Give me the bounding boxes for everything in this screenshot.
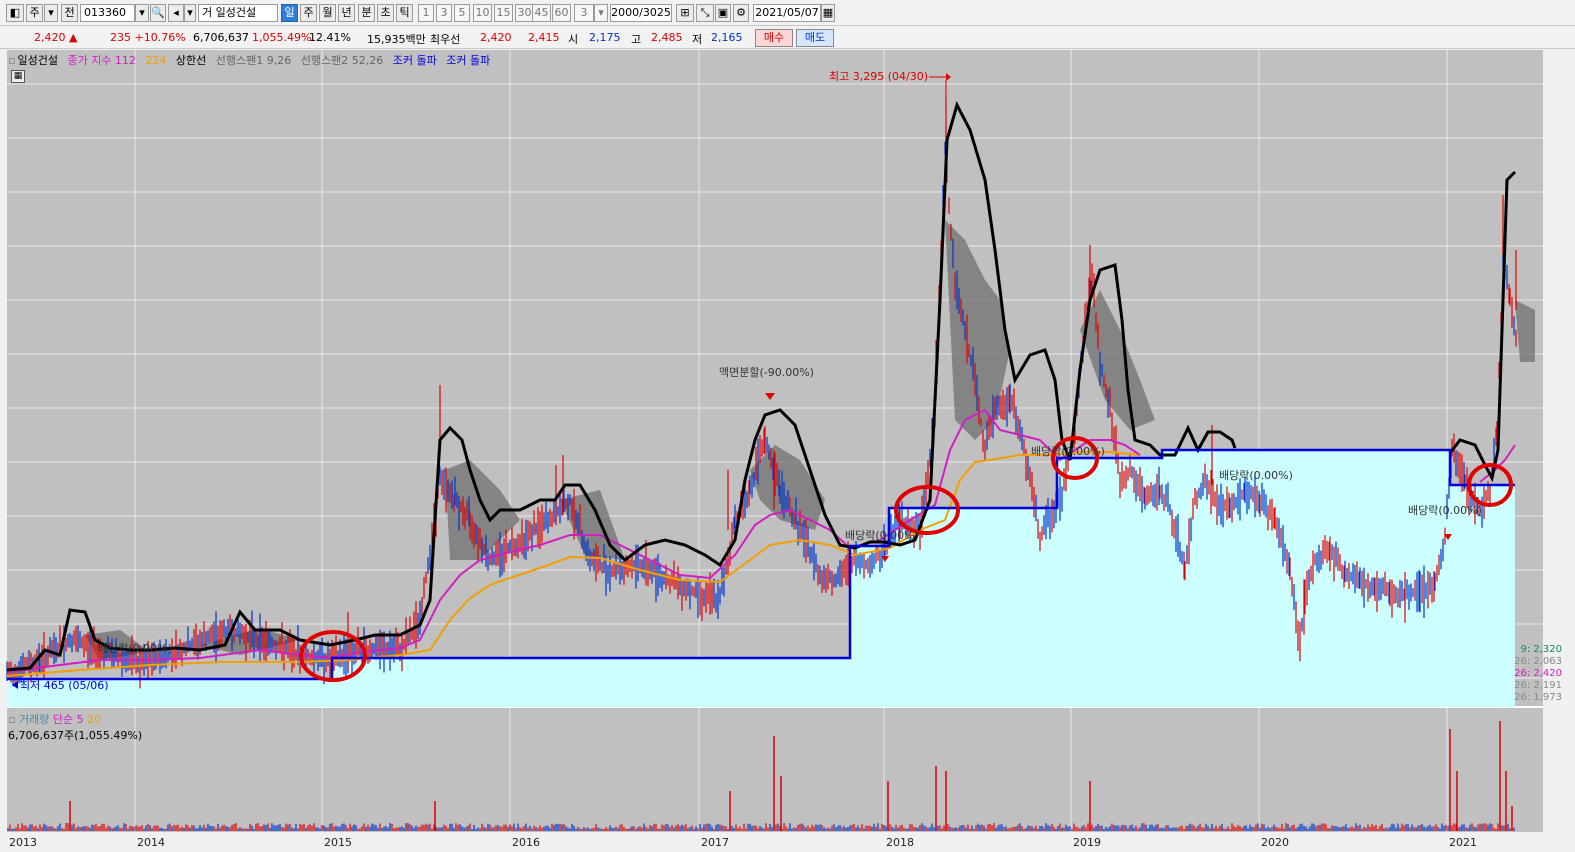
legend-breakout1[interactable]: 조커 돌파 (393, 54, 437, 67)
low-label: 저 (692, 33, 703, 46)
period-second[interactable]: 초 (377, 4, 394, 22)
x-axis-label: 2014 (137, 836, 165, 849)
legend-marker-icon: ▫ (8, 54, 16, 67)
x-axis-label: 2013 (9, 836, 37, 849)
volume-ma20[interactable]: 20 (87, 713, 101, 726)
stock-name: 일성건설 (215, 6, 257, 19)
dividend-annotation-4: 배당락(0.00%) (1219, 469, 1293, 482)
stock-name-field[interactable]: 거 일성건설 (198, 4, 278, 22)
buy-button[interactable]: 매수 (755, 29, 793, 47)
interval-1[interactable]: 1 (418, 4, 434, 22)
chart-type-icon[interactable]: ⊞ (676, 4, 694, 22)
x-axis-label: 2015 (324, 836, 352, 849)
sound-dropdown-icon[interactable]: ▾ (184, 4, 196, 22)
bars-field[interactable]: 2000/3025 (610, 4, 672, 22)
period-month[interactable]: 월 (319, 4, 336, 22)
low-annotation: 최저 465 (05/06) (20, 679, 109, 692)
draw-tool-icon[interactable]: ⤡ (696, 4, 714, 22)
interval-5[interactable]: 5 (454, 4, 470, 22)
ask-price: 2,420 (480, 31, 512, 44)
volume-legend: ▫ 거래량 단순 5 20 6,706,637주(1,055.49%) (8, 711, 142, 743)
interval-60[interactable]: 60 (552, 4, 571, 22)
interval-15[interactable]: 15 (494, 4, 513, 22)
unit-dropdown-icon[interactable]: ▾ (44, 4, 58, 22)
stock-prefix: 거 (202, 6, 213, 19)
code-input[interactable]: 013360 (80, 4, 135, 22)
settings-icon[interactable]: ⚙ (733, 4, 749, 22)
x-axis-label: 2017 (701, 836, 729, 849)
period-day[interactable]: 일 (281, 4, 298, 22)
legend-breakout2[interactable]: 조커 돌파 (446, 54, 490, 67)
save-icon[interactable]: ▣ (715, 4, 731, 22)
dividend-annotation-1: 배당락(0.00%) (98, 642, 172, 655)
interval-45[interactable]: 45 (532, 4, 551, 22)
open-price: 2,175 (589, 31, 621, 44)
legend-stock[interactable]: 일성건설 (17, 54, 57, 67)
x-axis-label: 2020 (1261, 836, 1289, 849)
date-input[interactable]: 2021/05/07 (753, 4, 821, 22)
legend-ma112[interactable]: 종가 지수 112 (67, 54, 135, 67)
volume: 6,706,637 (193, 31, 249, 44)
x-axis-label: 2021 (1449, 836, 1477, 849)
table-toggle-icon[interactable]: ▦ (11, 70, 25, 83)
legend-span2[interactable]: 선행스팬2 52,26 (301, 54, 383, 67)
volume-ma5[interactable]: 단순 5 (53, 713, 84, 726)
right-value-5: 26: 1,973 (1514, 692, 1562, 703)
volume-value: 6,706,637주(1,055.49%) (8, 729, 143, 742)
x-axis-label: 2019 (1073, 836, 1101, 849)
dividend-annotation-3: 배당락(0.00%) (1031, 445, 1105, 458)
amount: 15,935백만 (367, 33, 426, 46)
legend-ma224[interactable]: 224 (145, 54, 166, 67)
high-label: 고 (631, 33, 642, 46)
legend-limit[interactable]: 상한선 (176, 54, 206, 67)
volume-label[interactable]: 거래량 (19, 713, 49, 726)
best-label: 최우선 (430, 33, 461, 46)
dividend-annotation-5: 배당락(0.00%) (1408, 504, 1482, 517)
price-chart[interactable]: 최고 3,295 (04/30) 액면분할(-90.00%) 배당락(0.00%… (0, 50, 1575, 852)
quote-bar: 2,420 ▲ 235 +10.76% 6,706,637 1,055.49% … (0, 27, 1575, 49)
right-value-4: 26: 2,191 (1514, 680, 1562, 691)
x-axis-bar (7, 832, 1543, 850)
period-week[interactable]: 주 (300, 4, 317, 22)
x-axis-label: 2016 (512, 836, 540, 849)
legend-span1[interactable]: 선행스팬1 9,26 (216, 54, 291, 67)
low-price: 2,165 (711, 31, 743, 44)
code-dropdown-icon[interactable]: ▾ (135, 4, 149, 22)
count-dropdown-icon[interactable]: ▾ (594, 4, 608, 22)
split-annotation: 액면분할(-90.00%) (719, 366, 814, 379)
sell-button[interactable]: 매도 (796, 29, 834, 47)
period-tick[interactable]: 틱 (396, 4, 413, 22)
period-year[interactable]: 년 (338, 4, 355, 22)
right-value-3: 26: 2,420 (1514, 668, 1562, 679)
high-annotation: 최고 3,295 (04/30) (829, 70, 928, 83)
high-price: 2,485 (651, 31, 683, 44)
right-value-1: 9: 2,320 (1520, 644, 1562, 655)
search-icon[interactable]: 🔍 (150, 4, 166, 22)
unit-select[interactable]: 주 (26, 4, 43, 22)
period-minute[interactable]: 분 (358, 4, 375, 22)
interval-10[interactable]: 10 (473, 4, 492, 22)
dividend-annotation-2: 배당락(0.00%) (845, 529, 919, 542)
menu-icon[interactable]: ◧ (6, 4, 24, 22)
volume-panel (7, 708, 1543, 832)
bid-price: 2,415 (528, 31, 560, 44)
calendar-icon[interactable]: ▦ (821, 4, 835, 22)
x-axis-label: 2018 (886, 836, 914, 849)
sound-icon[interactable]: ◂ (168, 4, 184, 22)
turnover-pct: 12.41% (309, 31, 351, 44)
interval-3[interactable]: 3 (436, 4, 452, 22)
open-label: 시 (568, 33, 579, 46)
price-change: 235 +10.76% (110, 31, 186, 44)
toolbar: ◧ 주 ▾ 전 013360 ▾ 🔍 ◂ ▾ 거 일성건설 일 주 월 년 분 … (0, 0, 1575, 26)
volume-marker-icon: ▫ (8, 713, 16, 726)
right-value-2: 26: 2,063 (1514, 656, 1562, 667)
volume-pct: 1,055.49% (252, 31, 312, 44)
count-input[interactable]: 3 (574, 4, 594, 22)
price: 2,420 ▲ (34, 31, 78, 44)
price-legend: ▫ 일성건설 종가 지수 112 224 상한선 선행스팬1 9,26 선행스팬2… (8, 52, 496, 68)
all-button[interactable]: 전 (61, 4, 78, 22)
